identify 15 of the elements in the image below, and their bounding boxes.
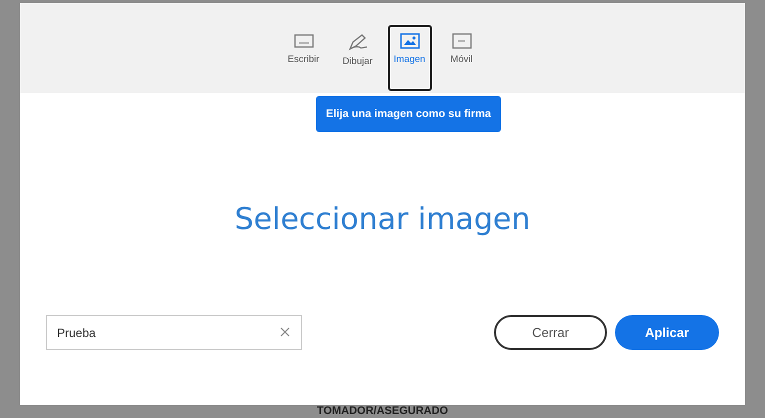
clear-icon[interactable] xyxy=(280,327,290,337)
tooltip: Elija una imagen como su firma xyxy=(316,96,502,132)
signature-tab[interactable]: Móvil xyxy=(438,25,486,91)
close-button[interactable]: Cerrar xyxy=(494,315,607,350)
keyboard-icon xyxy=(294,33,314,49)
select-image-link[interactable]: Seleccionar imagen xyxy=(228,200,536,238)
tablet-icon xyxy=(452,33,472,49)
apply-button[interactable]: Aplicar xyxy=(615,315,719,350)
signature-tab[interactable]: Dibujar xyxy=(334,25,382,91)
background-label: TOMADOR/ASEGURADO xyxy=(316,405,448,418)
image-icon xyxy=(400,33,420,49)
signature-tab[interactable]: Escribir xyxy=(280,25,328,91)
name-field[interactable]: Prueba xyxy=(46,315,302,350)
signature-tab[interactable]: Imagen xyxy=(388,25,432,91)
pen-icon xyxy=(346,33,368,51)
